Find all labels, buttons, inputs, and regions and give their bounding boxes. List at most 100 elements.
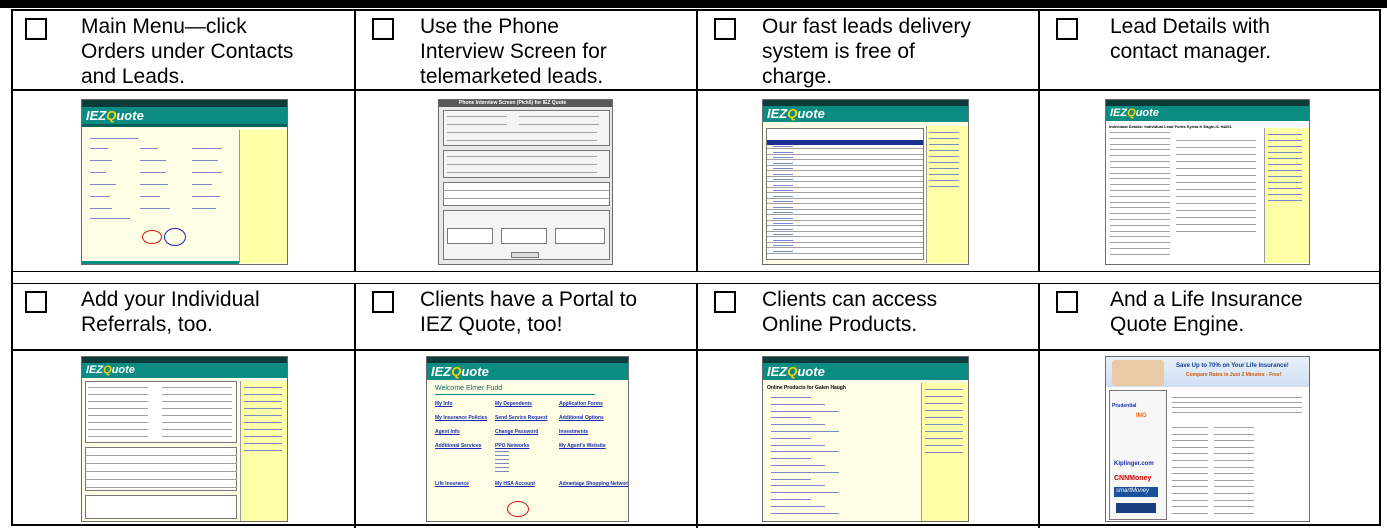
lead-link bbox=[773, 239, 793, 241]
detail-row bbox=[1110, 213, 1170, 215]
banner-subline: Compare Rates in Just 2 Minutes - Free! bbox=[1186, 372, 1282, 378]
form-field bbox=[1214, 499, 1254, 501]
thumb-client-portal: IEZQuote Welcome Elmer Fudd My Info My De… bbox=[426, 356, 629, 522]
product-link bbox=[771, 485, 825, 487]
cell-referrals: Add your Individual Referrals, too. bbox=[13, 284, 354, 349]
lead-row bbox=[767, 192, 923, 193]
cell-online-products: Clients can access Online Products. bbox=[698, 284, 1038, 349]
product-link bbox=[771, 417, 811, 419]
caption: Clients have a Portal to IEZ Quote, too! bbox=[420, 288, 638, 336]
lead-link bbox=[773, 173, 793, 175]
field bbox=[447, 164, 597, 165]
link bbox=[192, 172, 222, 173]
lead-row bbox=[767, 247, 923, 248]
contact-row bbox=[1176, 224, 1256, 225]
form-label bbox=[1172, 460, 1208, 461]
referral-field bbox=[88, 408, 148, 409]
intro-text bbox=[1172, 397, 1302, 398]
referral-field bbox=[162, 422, 232, 423]
lead-row bbox=[767, 186, 923, 188]
contact-row bbox=[1176, 196, 1256, 197]
textarea bbox=[501, 228, 547, 244]
grid-row bbox=[85, 487, 237, 488]
table-header bbox=[767, 140, 923, 145]
grid-row bbox=[85, 471, 237, 472]
rule bbox=[435, 394, 595, 395]
lead-row bbox=[767, 241, 923, 243]
form-label bbox=[1172, 446, 1208, 448]
iez-logo: IEZQuote bbox=[767, 106, 825, 121]
lead-link bbox=[773, 245, 793, 246]
product-link bbox=[771, 437, 811, 439]
sidebar-link bbox=[244, 429, 282, 430]
kiplinger-logo: Kiplinger.com bbox=[1114, 461, 1154, 467]
field bbox=[447, 124, 507, 125]
sidebar-link bbox=[929, 168, 959, 169]
lead-link bbox=[773, 206, 793, 208]
sidebar-link bbox=[925, 445, 963, 446]
lead-row bbox=[767, 225, 923, 226]
field bbox=[447, 156, 597, 157]
detail-row bbox=[1110, 149, 1170, 151]
form-label bbox=[1172, 466, 1208, 468]
link bbox=[192, 208, 216, 209]
lead-link bbox=[773, 184, 793, 186]
lead-row bbox=[767, 159, 923, 160]
referral-field bbox=[88, 429, 148, 430]
cell-lead-details: Lead Details with contact manager. bbox=[1040, 11, 1379, 89]
lead-title: Individual Details: Individual Lead Fort… bbox=[1109, 124, 1232, 129]
form-label bbox=[1172, 499, 1208, 501]
link bbox=[90, 148, 108, 149]
lead-link bbox=[773, 201, 793, 202]
sidebar-link bbox=[1268, 194, 1302, 195]
detail-row bbox=[1110, 230, 1170, 232]
checkbox[interactable] bbox=[714, 18, 736, 40]
caption: Lead Details with contact manager. bbox=[1110, 15, 1272, 63]
sub-link bbox=[495, 471, 509, 472]
stamp-graphic bbox=[142, 230, 162, 244]
sidebar-link bbox=[244, 401, 282, 402]
grid-row bbox=[85, 479, 237, 480]
cell-leads-delivery: Our fast leads delivery system is free of… bbox=[698, 11, 1038, 89]
stamp-graphic bbox=[507, 501, 529, 517]
row-separator-gap bbox=[13, 272, 1379, 283]
intro-text bbox=[1172, 407, 1302, 408]
checkbox[interactable] bbox=[714, 291, 736, 313]
checkbox[interactable] bbox=[25, 18, 47, 40]
footer-band bbox=[82, 261, 239, 264]
stamp-graphic bbox=[164, 228, 186, 246]
smartmoney-logo: smartMoney bbox=[1116, 488, 1150, 494]
referral-field bbox=[88, 387, 148, 388]
field bbox=[447, 172, 597, 173]
checkbox[interactable] bbox=[25, 291, 47, 313]
sidebar-link bbox=[244, 436, 282, 437]
lead-row bbox=[767, 175, 923, 177]
product-link bbox=[771, 505, 825, 507]
product-link bbox=[771, 410, 839, 412]
portal-link: Send Service Request bbox=[495, 415, 548, 421]
sub-link bbox=[495, 463, 509, 464]
lead-link bbox=[773, 212, 793, 213]
link bbox=[90, 196, 110, 197]
portal-link: Additional Services bbox=[435, 443, 482, 449]
thumb-online-products: IEZQuote Online Products for Galen Haugh bbox=[762, 356, 969, 522]
portal-link: My Dependents bbox=[495, 401, 532, 407]
sidebar-link bbox=[929, 144, 959, 145]
referral-field bbox=[88, 422, 148, 423]
form-field bbox=[1214, 446, 1254, 448]
checkbox[interactable] bbox=[1056, 18, 1078, 40]
checkbox[interactable] bbox=[372, 291, 394, 313]
form-field bbox=[1214, 427, 1254, 428]
sub-link bbox=[495, 455, 509, 456]
product-link bbox=[771, 492, 839, 494]
sub-link bbox=[495, 459, 509, 460]
textarea bbox=[555, 228, 605, 244]
link bbox=[90, 208, 112, 209]
detail-row bbox=[1110, 143, 1170, 145]
lead-row bbox=[767, 181, 923, 182]
sidebar-link bbox=[925, 417, 963, 418]
checkbox[interactable] bbox=[372, 18, 394, 40]
submit-button bbox=[511, 252, 539, 258]
field bbox=[447, 132, 597, 133]
checkbox[interactable] bbox=[1056, 291, 1078, 313]
